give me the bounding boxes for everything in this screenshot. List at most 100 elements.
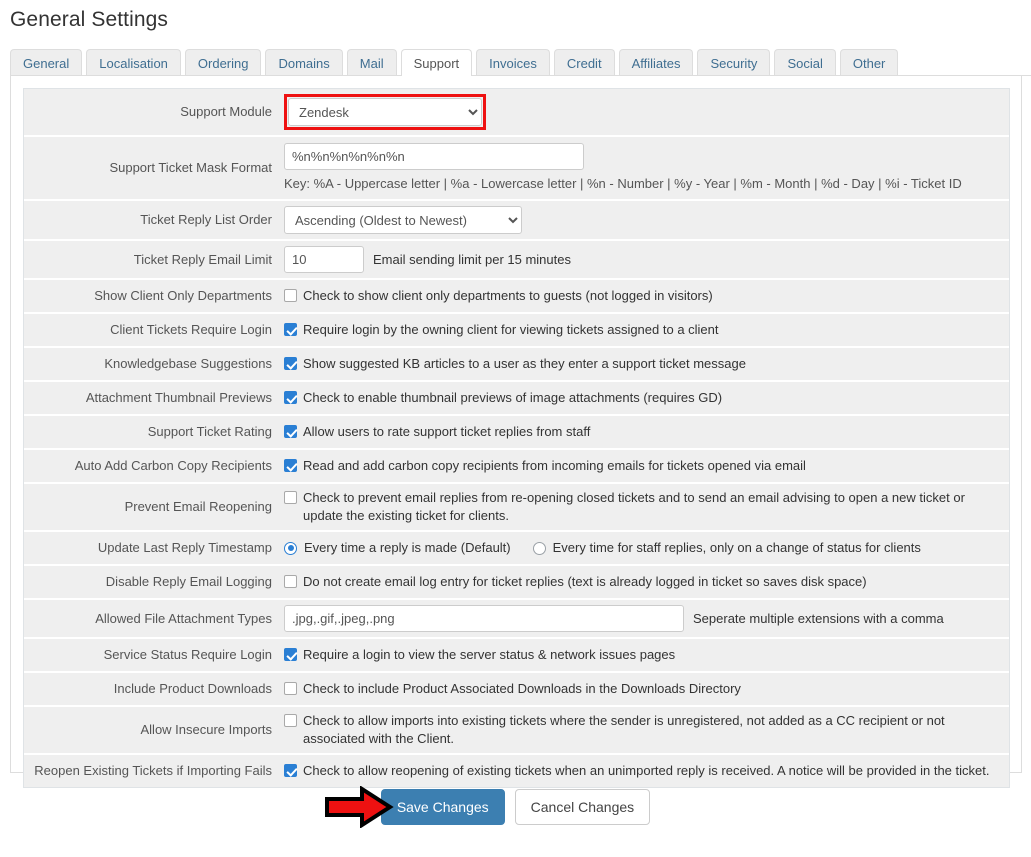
disable-reply-logging-text[interactable]: Do not create email log entry for ticket… <box>303 573 867 591</box>
update-timestamp-option-2[interactable]: Every time for staff replies, only on a … <box>533 539 921 557</box>
radio-icon[interactable] <box>533 542 546 555</box>
client-only-departments-option[interactable]: Check to show client only departments to… <box>284 287 713 305</box>
row-auto-cc: Auto Add Carbon Copy Recipients Read and… <box>24 450 1009 484</box>
insecure-imports-text[interactable]: Check to allow imports into existing tic… <box>303 712 1003 748</box>
tab-localisation[interactable]: Localisation <box>86 49 181 76</box>
ticket-rating-text[interactable]: Allow users to rate support ticket repli… <box>303 423 590 441</box>
row-attachment-thumbnails: Attachment Thumbnail Previews Check to e… <box>24 382 1009 416</box>
label-update-timestamp: Update Last Reply Timestamp <box>24 532 278 564</box>
reply-list-order-select[interactable]: Ascending (Oldest to Newest) <box>284 206 522 234</box>
reopen-on-fail-option[interactable]: Check to allow reopening of existing tic… <box>284 762 989 780</box>
settings-tabs: General Localisation Ordering Domains Ma… <box>10 48 1031 76</box>
reply-email-limit-input[interactable] <box>284 246 364 273</box>
ticket-mask-input[interactable] <box>284 143 584 170</box>
label-kb-suggestions: Knowledgebase Suggestions <box>24 348 278 380</box>
checkbox-checked-icon[interactable] <box>284 425 297 438</box>
checkbox-checked-icon[interactable] <box>284 323 297 336</box>
insecure-imports-option[interactable]: Check to allow imports into existing tic… <box>284 712 1003 748</box>
field-kb-suggestions: Show suggested KB articles to a user as … <box>278 348 1009 380</box>
support-module-select[interactable]: Zendesk <box>288 98 482 126</box>
field-reply-list-order: Ascending (Oldest to Newest) <box>278 201 1009 239</box>
update-timestamp-option-1[interactable]: Every time a reply is made (Default) <box>284 539 511 557</box>
field-update-timestamp: Every time a reply is made (Default) Eve… <box>278 532 1009 564</box>
row-client-only-departments: Show Client Only Departments Check to sh… <box>24 280 1009 314</box>
field-allowed-attachments: Seperate multiple extensions with a comm… <box>278 600 1009 637</box>
field-prevent-reopening: Check to prevent email replies from re-o… <box>278 484 1009 530</box>
prevent-reopening-option[interactable]: Check to prevent email replies from re-o… <box>284 489 1003 525</box>
support-settings-panel: Support Module Zendesk Support Ticket Ma… <box>10 76 1022 773</box>
service-status-login-text[interactable]: Require a login to view the server statu… <box>303 646 675 664</box>
label-client-tickets-login: Client Tickets Require Login <box>24 314 278 346</box>
field-client-only-departments: Check to show client only departments to… <box>278 280 1009 312</box>
auto-cc-option[interactable]: Read and add carbon copy recipients from… <box>284 457 806 475</box>
prevent-reopening-text[interactable]: Check to prevent email replies from re-o… <box>303 489 1003 525</box>
field-disable-reply-logging: Do not create email log entry for ticket… <box>278 566 1009 598</box>
checkbox-checked-icon[interactable] <box>284 459 297 472</box>
row-ticket-mask: Support Ticket Mask Format Key: %A - Upp… <box>24 137 1009 201</box>
field-insecure-imports: Check to allow imports into existing tic… <box>278 707 1009 753</box>
row-disable-reply-logging: Disable Reply Email Logging Do not creat… <box>24 566 1009 600</box>
checkbox-icon[interactable] <box>284 289 297 302</box>
client-only-departments-text[interactable]: Check to show client only departments to… <box>303 287 713 305</box>
reply-email-limit-suffix: Email sending limit per 15 minutes <box>373 251 571 269</box>
disable-reply-logging-option[interactable]: Do not create email log entry for ticket… <box>284 573 867 591</box>
kb-suggestions-option[interactable]: Show suggested KB articles to a user as … <box>284 355 746 373</box>
tab-mail[interactable]: Mail <box>347 49 397 76</box>
tab-invoices[interactable]: Invoices <box>476 49 550 76</box>
label-service-status-login: Service Status Require Login <box>24 639 278 671</box>
include-downloads-option[interactable]: Check to include Product Associated Down… <box>284 680 741 698</box>
include-downloads-text[interactable]: Check to include Product Associated Down… <box>303 680 741 698</box>
row-service-status-login: Service Status Require Login Require a l… <box>24 639 1009 673</box>
tab-credit[interactable]: Credit <box>554 49 615 76</box>
checkbox-checked-icon[interactable] <box>284 391 297 404</box>
checkbox-checked-icon[interactable] <box>284 357 297 370</box>
tab-domains[interactable]: Domains <box>265 49 342 76</box>
label-insecure-imports: Allow Insecure Imports <box>24 707 278 753</box>
checkbox-icon[interactable] <box>284 682 297 695</box>
ticket-mask-help: Key: %A - Uppercase letter | %a - Lowerc… <box>284 174 1003 193</box>
client-tickets-login-text[interactable]: Require login by the owning client for v… <box>303 321 719 339</box>
attachment-thumbnails-text[interactable]: Check to enable thumbnail previews of im… <box>303 389 722 407</box>
reopen-on-fail-text[interactable]: Check to allow reopening of existing tic… <box>303 762 989 780</box>
label-support-module: Support Module <box>24 89 278 135</box>
client-tickets-login-option[interactable]: Require login by the owning client for v… <box>284 321 719 339</box>
allowed-attachments-input[interactable] <box>284 605 684 632</box>
label-ticket-mask: Support Ticket Mask Format <box>24 137 278 199</box>
kb-suggestions-text[interactable]: Show suggested KB articles to a user as … <box>303 355 746 373</box>
tab-security[interactable]: Security <box>697 49 770 76</box>
row-kb-suggestions: Knowledgebase Suggestions Show suggested… <box>24 348 1009 382</box>
tabs-underline <box>10 75 1031 76</box>
checkbox-checked-icon[interactable] <box>284 648 297 661</box>
field-client-tickets-login: Require login by the owning client for v… <box>278 314 1009 346</box>
tab-other[interactable]: Other <box>840 49 899 76</box>
label-reopen-on-fail: Reopen Existing Tickets if Importing Fai… <box>24 755 278 787</box>
ticket-rating-option[interactable]: Allow users to rate support ticket repli… <box>284 423 590 441</box>
label-reply-email-limit: Ticket Reply Email Limit <box>24 241 278 278</box>
page-title: General Settings <box>10 6 1031 34</box>
field-service-status-login: Require a login to view the server statu… <box>278 639 1009 671</box>
tab-support[interactable]: Support <box>401 49 473 76</box>
tab-social[interactable]: Social <box>774 49 835 76</box>
checkbox-checked-icon[interactable] <box>284 764 297 777</box>
field-include-downloads: Check to include Product Associated Down… <box>278 673 1009 705</box>
row-update-timestamp: Update Last Reply Timestamp Every time a… <box>24 532 1009 566</box>
tab-affiliates[interactable]: Affiliates <box>619 49 694 76</box>
radio-checked-icon[interactable] <box>284 542 297 555</box>
checkbox-icon[interactable] <box>284 491 297 504</box>
field-reopen-on-fail: Check to allow reopening of existing tic… <box>278 755 1009 787</box>
row-prevent-reopening: Prevent Email Reopening Check to prevent… <box>24 484 1009 532</box>
field-auto-cc: Read and add carbon copy recipients from… <box>278 450 1009 482</box>
update-timestamp-option-2-text[interactable]: Every time for staff replies, only on a … <box>553 539 921 557</box>
update-timestamp-option-1-text[interactable]: Every time a reply is made (Default) <box>304 539 511 557</box>
tab-ordering[interactable]: Ordering <box>185 49 262 76</box>
service-status-login-option[interactable]: Require a login to view the server statu… <box>284 646 675 664</box>
auto-cc-text[interactable]: Read and add carbon copy recipients from… <box>303 457 806 475</box>
label-allowed-attachments: Allowed File Attachment Types <box>24 600 278 637</box>
tab-general[interactable]: General <box>10 49 82 76</box>
checkbox-icon[interactable] <box>284 575 297 588</box>
cancel-button[interactable]: Cancel Changes <box>515 789 651 825</box>
save-button[interactable]: Save Changes <box>381 789 505 825</box>
checkbox-icon[interactable] <box>284 714 297 727</box>
attachment-thumbnails-option[interactable]: Check to enable thumbnail previews of im… <box>284 389 722 407</box>
row-allowed-attachments: Allowed File Attachment Types Seperate m… <box>24 600 1009 639</box>
